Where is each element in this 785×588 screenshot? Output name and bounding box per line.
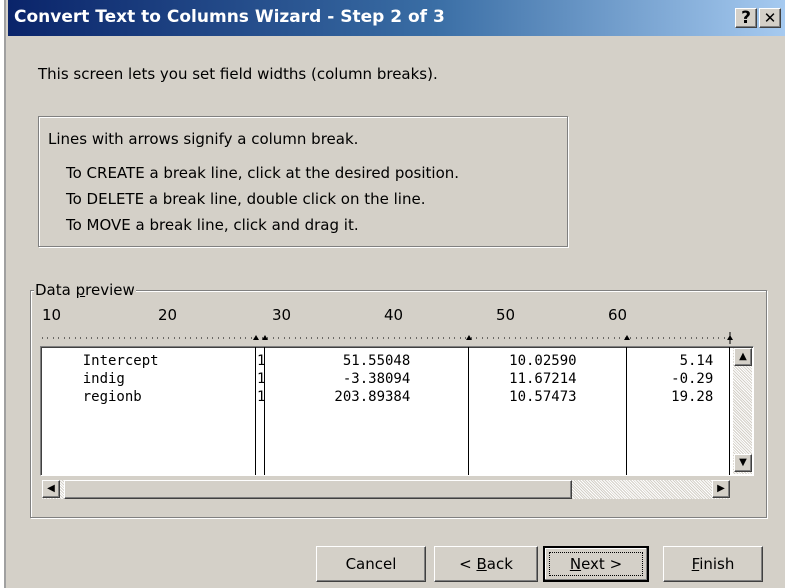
info-line-3: To DELETE a break line, double click on … [66,190,426,208]
preview-row-3-col-4: 10.57473 [467,389,577,405]
help-button[interactable]: ? [735,8,757,28]
break-arrow-icon[interactable] [253,335,259,340]
column-break-line[interactable] [264,347,265,475]
next-button[interactable]: Next > [543,546,649,582]
column-break-line[interactable] [729,347,730,475]
scroll-down-button[interactable]: ▼ [734,454,752,472]
scroll-right-button[interactable]: ▶ [712,480,730,498]
ruler-label: 40 [384,306,404,324]
back-button[interactable]: < Back [434,546,538,582]
data-preview-label: Data preview [34,281,136,299]
column-break-line[interactable] [255,347,256,475]
close-button[interactable]: ✕ [759,8,781,28]
horizontal-scroll-thumb[interactable] [64,480,572,499]
column-ruler[interactable]: 10 20 30 40 50 60 [42,306,733,346]
intro-text: This screen lets you set field widths (c… [38,65,438,83]
info-line-1: Lines with arrows signify a column break… [48,130,359,148]
scroll-left-button[interactable]: ◀ [42,480,60,498]
break-arrow-icon[interactable] [727,335,733,340]
ruler-label: 60 [608,306,628,324]
title-bar[interactable]: Convert Text to Columns Wizard - Step 2 … [8,0,785,36]
ruler-label: 50 [496,306,516,324]
data-preview-pane[interactable]: Intercept 1 51.55048 10.02590 5.14 indig… [40,346,754,476]
column-break-line[interactable] [626,347,627,475]
ruler-label: 30 [272,306,292,324]
break-arrow-icon[interactable] [262,335,268,340]
info-line-4: To MOVE a break line, click and drag it. [66,216,359,234]
preview-row-1-col-4: 10.02590 [467,353,577,369]
preview-row-1-col-5: 5.14 [629,353,714,369]
preview-row-2-col-5: -0.29 [629,371,714,387]
column-break-line[interactable] [468,347,469,475]
window-title: Convert Text to Columns Wizard - Step 2 … [14,7,445,27]
preview-row-3-col-1: regionb [49,389,142,405]
cancel-button[interactable]: Cancel [316,546,426,582]
finish-button[interactable]: Finish [663,546,763,582]
preview-row-2-col-4: 11.67214 [467,371,577,387]
focus-rect [549,552,643,576]
window-edge [0,0,6,588]
preview-row-1-col-3: 51.55048 [267,353,411,369]
convert-text-wizard-dialog: Convert Text to Columns Wizard - Step 2 … [0,0,785,588]
ruler-label: 20 [158,306,178,324]
break-arrow-icon[interactable] [624,335,630,340]
preview-row-3-col-5: 19.28 [629,389,714,405]
preview-row-1-col-1: Intercept [49,353,159,369]
preview-row-3-col-3: 203.89384 [267,389,411,405]
info-line-2: To CREATE a break line, click at the des… [66,164,460,182]
break-arrow-icon[interactable] [466,335,472,340]
ruler-label: 10 [42,306,62,324]
preview-row-2-col-1: indig [49,371,125,387]
scroll-up-button[interactable]: ▲ [734,348,752,366]
preview-row-2-col-3: -3.38094 [267,371,411,387]
